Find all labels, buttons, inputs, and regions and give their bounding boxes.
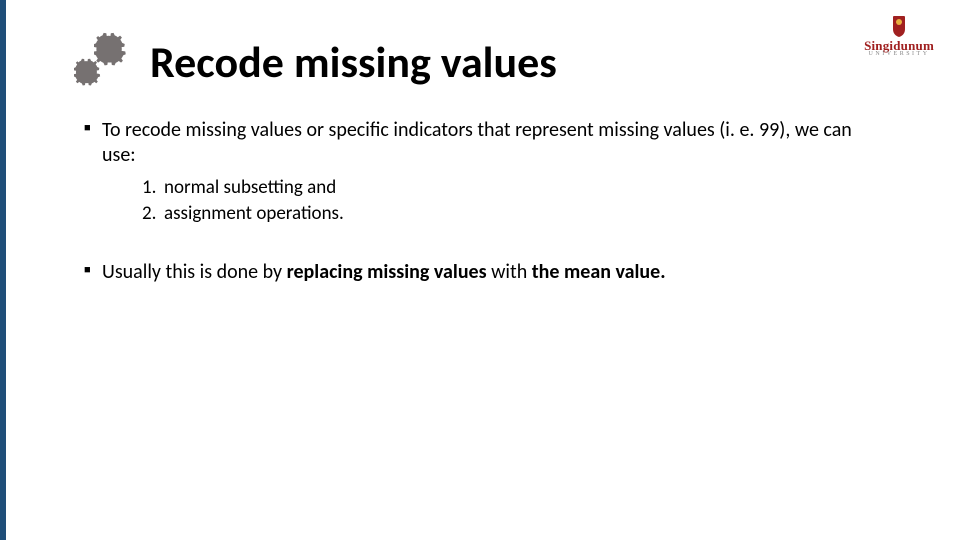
list-number: 2. [142, 202, 164, 226]
conclusion-part-d: the mean value. [532, 260, 666, 284]
slide-header: Recode missing values [6, 0, 960, 112]
conclusion-part-c: with [487, 260, 532, 284]
list-text: normal subsetting and [164, 176, 336, 200]
bullet-intro: To recode missing values or specific ind… [84, 118, 882, 168]
slide: Singidunum UNIVERSITY Recode missing val… [0, 0, 960, 540]
conclusion-part-b: replacing missing values [287, 260, 487, 284]
list-text: assignment operations. [164, 202, 344, 226]
numbered-list: 1. normal subsetting and 2. assignment o… [84, 176, 882, 226]
conclusion-part-a: Usually this is done by [102, 260, 287, 284]
list-item: 1. normal subsetting and [142, 176, 882, 200]
gears-icon [76, 34, 132, 90]
slide-body: To recode missing values or specific ind… [6, 112, 960, 285]
slide-title: Recode missing values [150, 35, 557, 89]
bullet-intro-text: To recode missing values or specific ind… [102, 118, 852, 167]
list-item: 2. assignment operations. [142, 202, 882, 226]
bullet-conclusion: Usually this is done by replacing missin… [84, 260, 882, 285]
list-number: 1. [142, 176, 164, 200]
